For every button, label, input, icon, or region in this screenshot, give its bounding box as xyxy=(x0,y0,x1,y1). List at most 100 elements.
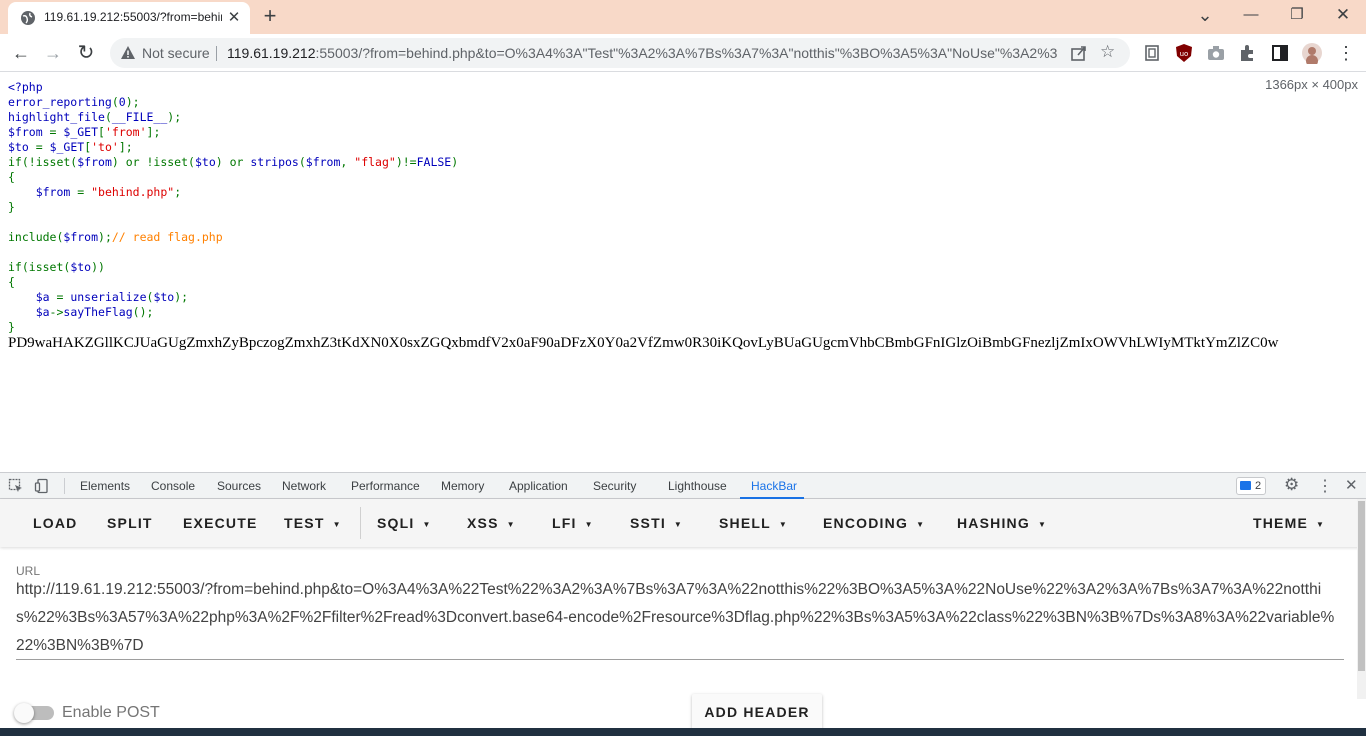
load-button[interactable]: LOAD xyxy=(33,515,77,531)
page-viewport[interactable]: <?php error_reporting(0); highlight_file(_… xyxy=(0,72,1366,456)
hackbar-button-label: TEST xyxy=(284,515,325,531)
devtools-menu-icon[interactable]: ⋮ xyxy=(1317,476,1333,496)
code-token: ( xyxy=(111,95,119,109)
tab-memory[interactable]: Memory xyxy=(441,479,484,493)
warning-icon[interactable] xyxy=(120,45,136,61)
globe-icon xyxy=(21,11,35,25)
url-field[interactable]: http://119.61.19.212:55003/?from=behind.… xyxy=(16,576,1342,660)
code-token: = xyxy=(77,185,92,199)
test-button[interactable]: TEST ▼ xyxy=(284,515,342,531)
address-bar[interactable]: Not secure 119.61.19.212:55003/?from=beh… xyxy=(110,38,1130,68)
code-token: $a xyxy=(8,305,50,319)
encoding-button[interactable]: ENCODING ▼ xyxy=(823,515,925,531)
devtools-close-icon[interactable]: ✕ xyxy=(1345,476,1358,494)
tab-search-chevron-icon[interactable]: ⌄ xyxy=(1182,0,1228,30)
add-header-button[interactable]: ADD HEADER xyxy=(692,694,822,730)
forward-button[interactable]: → xyxy=(40,40,66,66)
reading-list-icon[interactable] xyxy=(1142,42,1164,64)
shell-button[interactable]: SHELL ▼ xyxy=(719,515,788,531)
omnibox-divider xyxy=(216,46,217,61)
code-line: { xyxy=(8,275,458,290)
code-token: ; xyxy=(174,185,182,199)
settings-gear-icon[interactable]: ⚙ xyxy=(1284,475,1299,495)
tab-close-icon[interactable]: ✕ xyxy=(224,8,244,28)
svg-text:uo: uo xyxy=(1180,50,1189,58)
code-token: if(!isset( xyxy=(8,155,78,169)
split-button[interactable]: SPLIT xyxy=(107,515,153,531)
ssti-button[interactable]: SSTI ▼ xyxy=(630,515,683,531)
tab-application[interactable]: Application xyxy=(509,479,568,493)
hashing-button[interactable]: HASHING ▼ xyxy=(957,515,1047,531)
os-taskbar xyxy=(0,728,1366,736)
code-token: $_GET xyxy=(49,140,85,154)
issues-badge[interactable]: 2 xyxy=(1236,477,1266,495)
restore-button[interactable]: ❐ xyxy=(1274,0,1320,30)
tab-hackbar[interactable]: HackBar xyxy=(751,479,797,493)
code-token: { xyxy=(8,275,15,289)
xss-button[interactable]: XSS ▼ xyxy=(467,515,516,531)
enable-post-toggle[interactable] xyxy=(14,703,54,723)
profile-avatar-icon[interactable] xyxy=(1301,42,1323,64)
php-source-code: <?php error_reporting(0); highlight_file(_… xyxy=(8,80,458,335)
devtools-tab-bar: Elements Console Sources Network Performance… xyxy=(0,472,1366,499)
reload-button[interactable]: ↻ xyxy=(73,40,99,66)
devtools-panel: Elements Console Sources Network Performance… xyxy=(0,472,1366,736)
code-token: $_GET xyxy=(63,125,99,139)
url-text[interactable]: 119.61.19.212:55003/?from=behind.php&to=… xyxy=(227,45,1057,61)
hackbar-vertical-scrollbar[interactable] xyxy=(1357,499,1366,699)
hackbar-button-label: EXECUTE xyxy=(183,515,258,531)
hackbar-button-label: LOAD xyxy=(33,515,78,531)
tab-performance[interactable]: Performance xyxy=(351,479,420,493)
tab-lighthouse[interactable]: Lighthouse xyxy=(668,479,727,493)
hackbar-button-label: ENCODING xyxy=(823,515,909,531)
issues-count: 2 xyxy=(1255,480,1262,492)
code-token: $from xyxy=(63,230,99,244)
code-token: sayTheFlag xyxy=(63,305,133,319)
browser-tab[interactable]: 119.61.19.212:55003/?from=behind.php&to=… xyxy=(8,2,250,34)
back-button[interactable]: ← xyxy=(8,40,34,66)
code-line: $a = unserialize($to); xyxy=(8,290,458,305)
code-token: = xyxy=(49,125,64,139)
code-token: $from xyxy=(8,125,50,139)
code-line: if(!isset($from) or !isset($to) or strip… xyxy=(8,155,458,170)
window-close-button[interactable]: ✕ xyxy=(1320,0,1366,30)
extensions-puzzle-icon[interactable] xyxy=(1237,42,1259,64)
minimize-button[interactable]: — xyxy=(1228,0,1274,30)
code-token: = xyxy=(35,140,50,154)
sqli-button[interactable]: SQLI ▼ xyxy=(377,515,432,531)
tab-console[interactable]: Console xyxy=(151,479,195,493)
new-tab-button[interactable]: + xyxy=(258,4,282,28)
code-token: = xyxy=(56,290,71,304)
device-toolbar-icon[interactable] xyxy=(34,478,50,494)
base64-output: PD9waHAKZGllKCJUaGUgZmxhZyBpczogZmxhZ3tK… xyxy=(8,335,1279,351)
code-token: ); xyxy=(174,290,189,304)
camera-icon[interactable] xyxy=(1205,42,1227,64)
dropdown-caret-icon: ▼ xyxy=(422,519,432,529)
tab-security[interactable]: Security xyxy=(593,479,636,493)
code-token: ); xyxy=(98,230,112,244)
code-token: error_reporting xyxy=(8,95,112,109)
browser-menu-icon[interactable]: ⋮ xyxy=(1333,40,1359,66)
enable-post-label[interactable]: Enable POST xyxy=(62,704,160,722)
hackbar-scrollbar-thumb[interactable] xyxy=(1358,501,1365,671)
inspect-element-icon[interactable] xyxy=(8,478,24,494)
issues-message-icon xyxy=(1240,481,1251,490)
code-line: $a->sayTheFlag(); xyxy=(8,305,458,320)
side-panel-icon[interactable] xyxy=(1269,42,1291,64)
security-label[interactable]: Not secure xyxy=(142,45,210,61)
lfi-button[interactable]: LFI ▼ xyxy=(552,515,594,531)
tab-elements[interactable]: Elements xyxy=(80,479,130,493)
theme-button[interactable]: THEME ▼ xyxy=(1253,515,1325,531)
execute-button[interactable]: EXECUTE xyxy=(183,515,258,531)
code-token: FALSE xyxy=(416,155,452,169)
tab-sources[interactable]: Sources xyxy=(217,479,261,493)
tab-network[interactable]: Network xyxy=(282,479,326,493)
code-token: ); xyxy=(167,110,182,124)
share-icon[interactable] xyxy=(1070,44,1088,62)
hackbar-button-label: SQLI xyxy=(377,515,415,531)
bookmark-star-icon[interactable]: ☆ xyxy=(1100,42,1115,62)
ublock-shield-icon[interactable]: uo xyxy=(1173,42,1195,64)
browser-toolbar: ← → ↻ Not secure 119.61.19.212:55003/?fr… xyxy=(0,34,1366,72)
toggle-knob[interactable] xyxy=(14,703,34,723)
